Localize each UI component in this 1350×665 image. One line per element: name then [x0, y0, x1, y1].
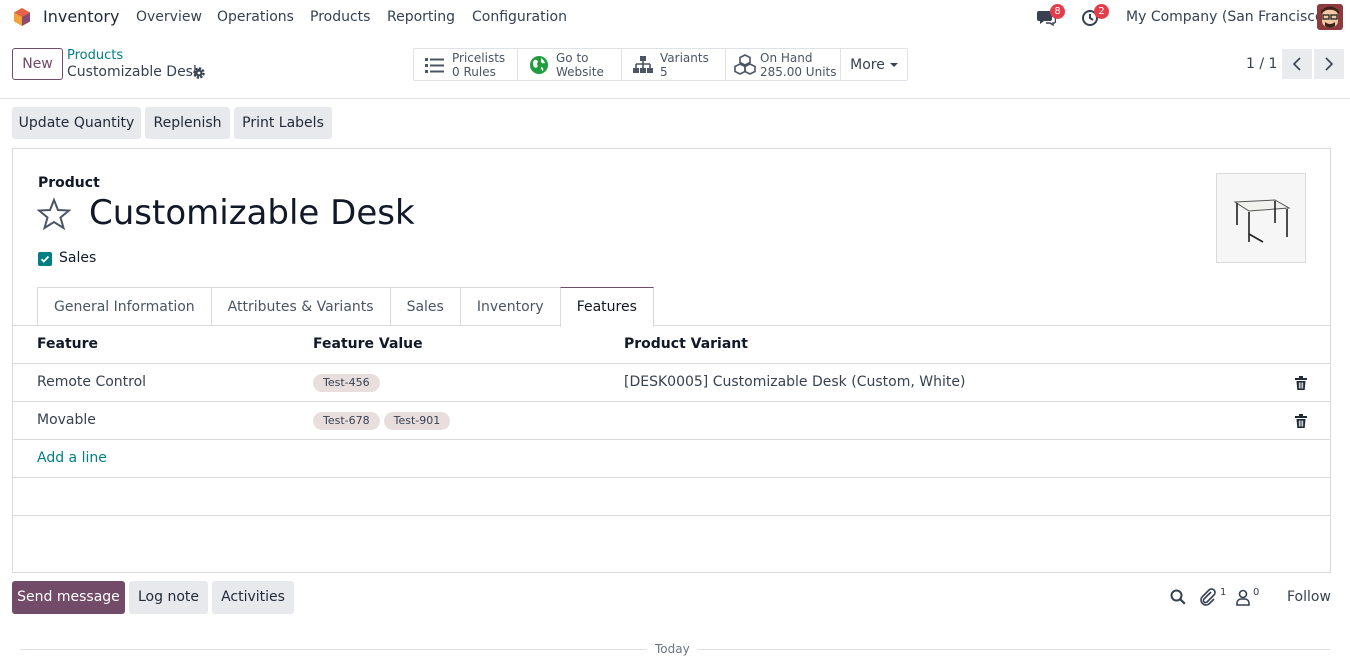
top-navbar: Inventory Overview Operations Products R…	[0, 0, 1350, 34]
sitemap-icon	[633, 55, 653, 73]
chevron-right-icon	[1325, 57, 1334, 71]
messages-badge: 8	[1050, 4, 1065, 19]
smart-buttons: Pricelists 0 Rules Go to Website Variant…	[413, 48, 908, 81]
search-icon[interactable]	[1169, 588, 1187, 606]
smart-button-value: 5	[660, 64, 668, 79]
follow-button[interactable]: Follow	[1287, 589, 1331, 605]
tab-features[interactable]: Features	[559, 287, 654, 327]
app-name[interactable]: Inventory	[43, 7, 119, 26]
tab-inventory[interactable]: Inventory	[459, 287, 560, 326]
check-icon	[40, 255, 50, 263]
pager-next-button[interactable]	[1314, 49, 1344, 79]
value-tag[interactable]: Test-678	[313, 412, 380, 430]
chevron-left-icon	[1292, 57, 1301, 71]
pager-previous-button[interactable]	[1282, 49, 1312, 79]
smart-button-label: Pricelists	[452, 50, 506, 65]
replenish-button[interactable]: Replenish	[145, 107, 230, 139]
on-hand-smart-button[interactable]: On Hand 285.00 Units	[726, 49, 841, 80]
value-tag[interactable]: Test-456	[313, 374, 380, 392]
smart-button-value: Website	[556, 64, 604, 79]
smart-button-label: On Hand	[760, 50, 813, 65]
more-dropdown-button[interactable]: More	[841, 49, 907, 80]
notebook-tabs: General Information Attributes & Variant…	[37, 287, 654, 327]
trash-icon[interactable]	[1295, 376, 1307, 390]
tab-sales[interactable]: Sales	[389, 287, 460, 326]
form-sheet: Product Customizable Desk Sales General …	[12, 148, 1331, 573]
update-quantity-button[interactable]: Update Quantity	[12, 107, 141, 139]
column-header-feature-value[interactable]: Feature Value	[313, 336, 423, 352]
column-header-product-variant[interactable]: Product Variant	[624, 336, 748, 352]
caret-down-icon	[889, 62, 898, 67]
followers-count: 0	[1253, 587, 1260, 598]
value-tag[interactable]: Test-901	[383, 412, 451, 430]
breadcrumb-current: Customizable Desk	[67, 64, 202, 80]
column-header-feature[interactable]: Feature	[37, 336, 98, 352]
menu-products[interactable]: Products	[310, 9, 370, 25]
cubes-icon	[734, 53, 756, 75]
date-divider-right	[697, 649, 1330, 650]
activities-button[interactable]: Activities	[212, 581, 294, 614]
table-row[interactable]: Movable Test-678 Test-901	[13, 402, 1330, 440]
more-label: More	[850, 56, 885, 73]
gear-icon[interactable]	[192, 66, 206, 80]
sales-checkbox-label[interactable]: Sales	[59, 250, 96, 266]
desk-image	[1233, 199, 1291, 243]
inventory-app-logo[interactable]	[12, 7, 32, 27]
features-table-header: Feature Feature Value Product Variant	[13, 326, 1330, 364]
activities-badge: 2	[1094, 4, 1109, 19]
date-separator-today: Today	[655, 642, 690, 656]
globe-icon	[530, 55, 548, 74]
go-to-website-smart-button[interactable]: Go to Website	[518, 49, 622, 80]
product-variant-cell[interactable]: [DESK0005] Customizable Desk (Custom, Wh…	[624, 374, 965, 390]
empty-row	[13, 478, 1330, 516]
menu-operations[interactable]: Operations	[217, 9, 294, 25]
table-row[interactable]: Remote Control Test-456 [DESK0005] Custo…	[13, 364, 1330, 402]
menu-overview[interactable]: Overview	[136, 9, 202, 25]
pager-value[interactable]: 1 / 1	[1246, 56, 1277, 72]
feature-value-cell[interactable]: Test-456	[313, 374, 384, 392]
menu-configuration[interactable]: Configuration	[472, 9, 567, 25]
feature-cell[interactable]: Remote Control	[37, 374, 146, 390]
smart-button-label: Go to	[556, 50, 589, 65]
company-switcher[interactable]: My Company (San Francisco)	[1126, 9, 1329, 25]
print-labels-button[interactable]: Print Labels	[234, 107, 332, 139]
tab-general-information[interactable]: General Information	[37, 287, 211, 326]
trash-icon[interactable]	[1295, 414, 1307, 428]
send-message-button[interactable]: Send message	[12, 581, 125, 614]
user-avatar[interactable]	[1317, 4, 1343, 30]
new-button[interactable]: New	[12, 48, 63, 80]
breadcrumb-products-link[interactable]: Products	[67, 48, 123, 63]
list-icon	[425, 57, 444, 73]
favorite-star-icon[interactable]	[37, 197, 71, 231]
smart-button-label: Variants	[660, 50, 709, 65]
control-panel: New Products Customizable Desk Pricelist…	[0, 34, 1350, 99]
tab-attributes-variants[interactable]: Attributes & Variants	[210, 287, 390, 326]
product-label: Product	[38, 175, 100, 191]
add-a-line-link[interactable]: Add a line	[37, 450, 107, 466]
menu-reporting[interactable]: Reporting	[387, 9, 455, 25]
feature-cell[interactable]: Movable	[37, 412, 96, 428]
paperclip-icon[interactable]	[1199, 588, 1217, 606]
add-line-row: Add a line	[13, 440, 1330, 478]
smart-button-value: 285.00 Units	[760, 64, 837, 79]
attachments-count: 1	[1220, 587, 1227, 598]
smart-button-value: 0 Rules	[452, 64, 496, 79]
product-name-field[interactable]: Customizable Desk	[89, 193, 415, 233]
variants-smart-button[interactable]: Variants 5	[622, 49, 726, 80]
log-note-button[interactable]: Log note	[129, 581, 208, 614]
sales-checkbox[interactable]	[38, 252, 52, 266]
feature-value-cell[interactable]: Test-678 Test-901	[313, 412, 454, 430]
product-image[interactable]	[1216, 173, 1306, 263]
user-icon[interactable]	[1234, 588, 1252, 606]
date-divider-left	[20, 649, 647, 650]
pricelists-smart-button[interactable]: Pricelists 0 Rules	[414, 49, 518, 80]
